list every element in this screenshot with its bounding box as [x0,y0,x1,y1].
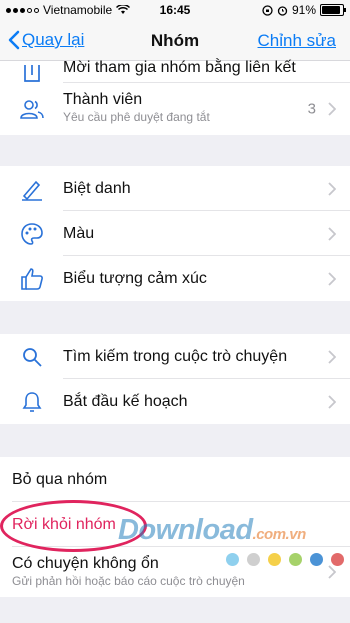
chevron-right-icon [328,102,336,116]
edit-button[interactable]: Chỉnh sửa [258,31,336,51]
chevron-right-icon [328,181,336,196]
bell-icon [22,391,42,412]
alarm-icon [277,5,288,16]
watermark-dot [331,553,344,566]
emoji-label: Biểu tượng cảm xúc [63,269,207,287]
chevron-right-icon [328,394,336,409]
report-subtitle: Gửi phản hồi hoặc báo cáo cuộc trò chuyệ… [12,574,245,588]
tools-section: Tìm kiếm trong cuộc trò chuyện Bắt đầu k… [0,334,350,424]
chevron-right-icon [328,271,336,286]
report-label: Có chuyện không ổn [12,555,159,572]
back-label: Quay lại [22,30,85,49]
rotation-lock-icon [262,4,273,16]
ignore-group-row[interactable]: Bỏ qua nhóm [0,457,350,502]
chevron-left-icon [8,30,20,50]
nickname-label: Biệt danh [63,179,131,197]
watermark-suffix: .com.vn [252,526,307,543]
chevron-right-icon [328,349,336,364]
palette-icon [21,222,43,245]
group-options-section: Mời tham gia nhóm bằng liên kết Thành vi… [0,59,350,135]
chevron-right-icon [328,565,336,579]
watermark-dots [226,553,344,566]
battery-icon [320,4,346,16]
people-icon [20,100,44,119]
members-count: 3 [307,100,316,118]
search-row[interactable]: Tìm kiếm trong cuộc trò chuyện [0,334,350,379]
thumbs-up-icon [21,267,43,290]
status-bar: Vietnamobile 16:45 91% [0,0,350,20]
members-row[interactable]: Thành viên Yêu cầu phê duyệt đang tắt 3 [0,83,350,135]
watermark-text: Download [118,514,253,546]
chevron-right-icon [328,226,336,241]
search-icon [23,347,42,367]
watermark-dot [226,553,239,566]
watermark-dot [268,553,281,566]
back-button[interactable]: Quay lại [8,30,84,50]
members-label: Thành viên [63,91,143,108]
pencil-icon [22,180,42,201]
navigation-bar: Quay lại Nhóm Chỉnh sửa [0,20,350,61]
watermark-dot [310,553,323,566]
invite-link-row[interactable]: Mời tham gia nhóm bằng liên kết [0,59,350,83]
plan-row[interactable]: Bắt đầu kế hoạch [0,379,350,424]
ignore-group-label: Bỏ qua nhóm [12,470,108,488]
color-row[interactable]: Màu [0,211,350,256]
nickname-row[interactable]: Biệt danh [0,166,350,211]
members-subtitle: Yêu cầu phê duyệt đang tắt [63,110,210,124]
battery-percent: 91% [291,3,316,17]
emoji-row[interactable]: Biểu tượng cảm xúc [0,256,350,301]
watermark-dot [247,553,260,566]
color-label: Màu [63,224,95,242]
plan-label: Bắt đầu kế hoạch [63,392,188,410]
customization-section: Biệt danh Màu Biểu tượng cảm xúc [0,166,350,301]
watermark-dot [289,553,302,566]
search-label: Tìm kiếm trong cuộc trò chuyện [63,347,288,365]
invite-link-label: Mời tham gia nhóm bằng liên kết [63,59,296,76]
watermark-logo: Download.com.vn [118,514,306,547]
